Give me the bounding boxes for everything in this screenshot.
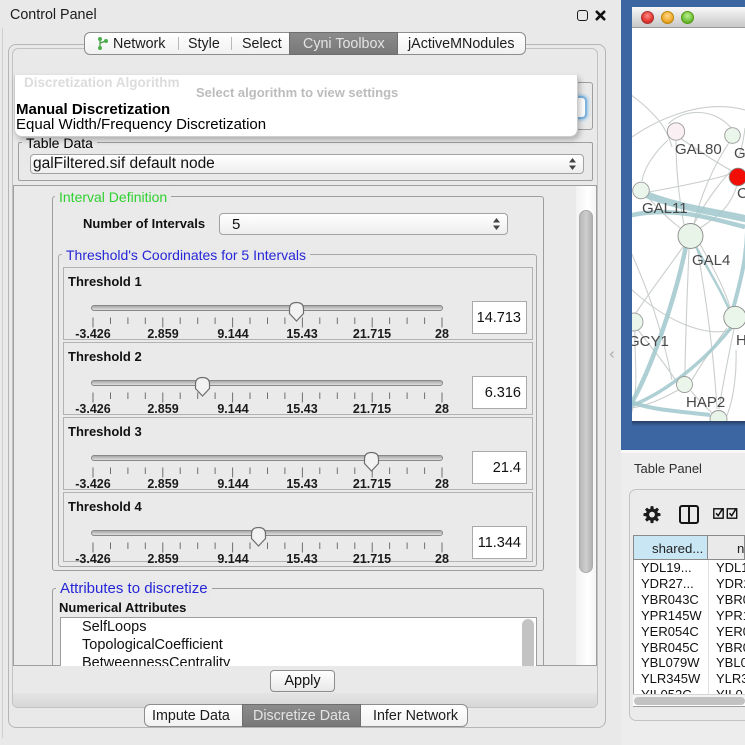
- svg-text:G.: G.: [734, 145, 745, 162]
- svg-text:GAL11: GAL11: [642, 200, 688, 217]
- svg-text:GCY1: GCY1: [632, 333, 669, 350]
- svg-text:GAL80: GAL80: [675, 141, 722, 158]
- svg-text:HAP2: HAP2: [686, 394, 725, 411]
- svg-text:C: C: [737, 185, 745, 202]
- svg-text:GAL4: GAL4: [692, 252, 730, 269]
- svg-text:H: H: [736, 332, 745, 349]
